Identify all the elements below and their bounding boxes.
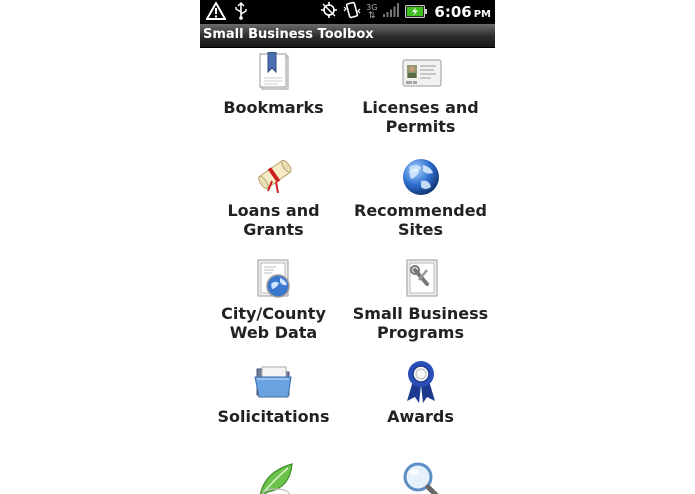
menu-item-label: City/County Web Data bbox=[221, 304, 326, 342]
phone-screen: 3G ⇅ 6:06 PM Small Business Toolbox Book… bbox=[200, 0, 495, 494]
menu-item-awards[interactable]: Awards bbox=[347, 357, 494, 437]
gps-icon bbox=[320, 1, 338, 23]
vibrate-icon bbox=[343, 1, 361, 23]
status-bar: 3G ⇅ 6:06 PM bbox=[200, 0, 495, 24]
web-document-icon bbox=[254, 258, 294, 298]
scroll-icon bbox=[254, 155, 294, 195]
menu-item-label: Licenses and Permits bbox=[362, 98, 479, 136]
id-card-icon bbox=[401, 54, 441, 94]
menu-item-label: Solicitations bbox=[217, 407, 330, 426]
menu-item-leaf[interactable] bbox=[200, 458, 347, 494]
ribbon-icon bbox=[401, 359, 441, 403]
menu-item-loans-grants[interactable]: Loans and Grants bbox=[200, 151, 347, 243]
warning-icon bbox=[205, 0, 227, 24]
usb-icon bbox=[234, 2, 248, 24]
bookmark-icon bbox=[254, 51, 294, 92]
menu-item-small-business-programs[interactable]: Small Business Programs bbox=[347, 254, 494, 346]
folder-icon bbox=[253, 363, 294, 403]
menu-item-label: Loans and Grants bbox=[227, 201, 320, 239]
battery-icon bbox=[405, 3, 428, 22]
tools-document-icon bbox=[401, 258, 441, 298]
globe-icon bbox=[401, 157, 441, 197]
magnifier-icon bbox=[401, 460, 441, 494]
menu-item-licenses-permits[interactable]: Licenses and Permits bbox=[347, 48, 494, 138]
leaf-icon bbox=[254, 460, 294, 494]
title-bar: Small Business Toolbox bbox=[200, 24, 495, 48]
menu-item-search[interactable] bbox=[347, 458, 494, 494]
signal-icon bbox=[382, 2, 400, 22]
menu-item-solicitations[interactable]: Solicitations bbox=[200, 357, 347, 437]
app-title: Small Business Toolbox bbox=[203, 27, 374, 42]
menu-item-label: Small Business Programs bbox=[352, 304, 489, 342]
menu-item-label: Bookmarks bbox=[223, 98, 324, 117]
menu-item-city-county-web-data[interactable]: City/County Web Data bbox=[200, 254, 347, 346]
menu-item-bookmarks[interactable]: Bookmarks bbox=[200, 48, 347, 130]
menu-item-label: Awards bbox=[387, 407, 454, 426]
network-3g-icon: 3G ⇅ bbox=[366, 3, 378, 21]
clock-ampm: PM bbox=[473, 9, 491, 20]
menu-item-recommended-sites[interactable]: Recommended Sites bbox=[347, 151, 494, 243]
menu-item-label: Recommended Sites bbox=[354, 201, 487, 239]
clock-time: 6:06 PM bbox=[434, 3, 491, 21]
